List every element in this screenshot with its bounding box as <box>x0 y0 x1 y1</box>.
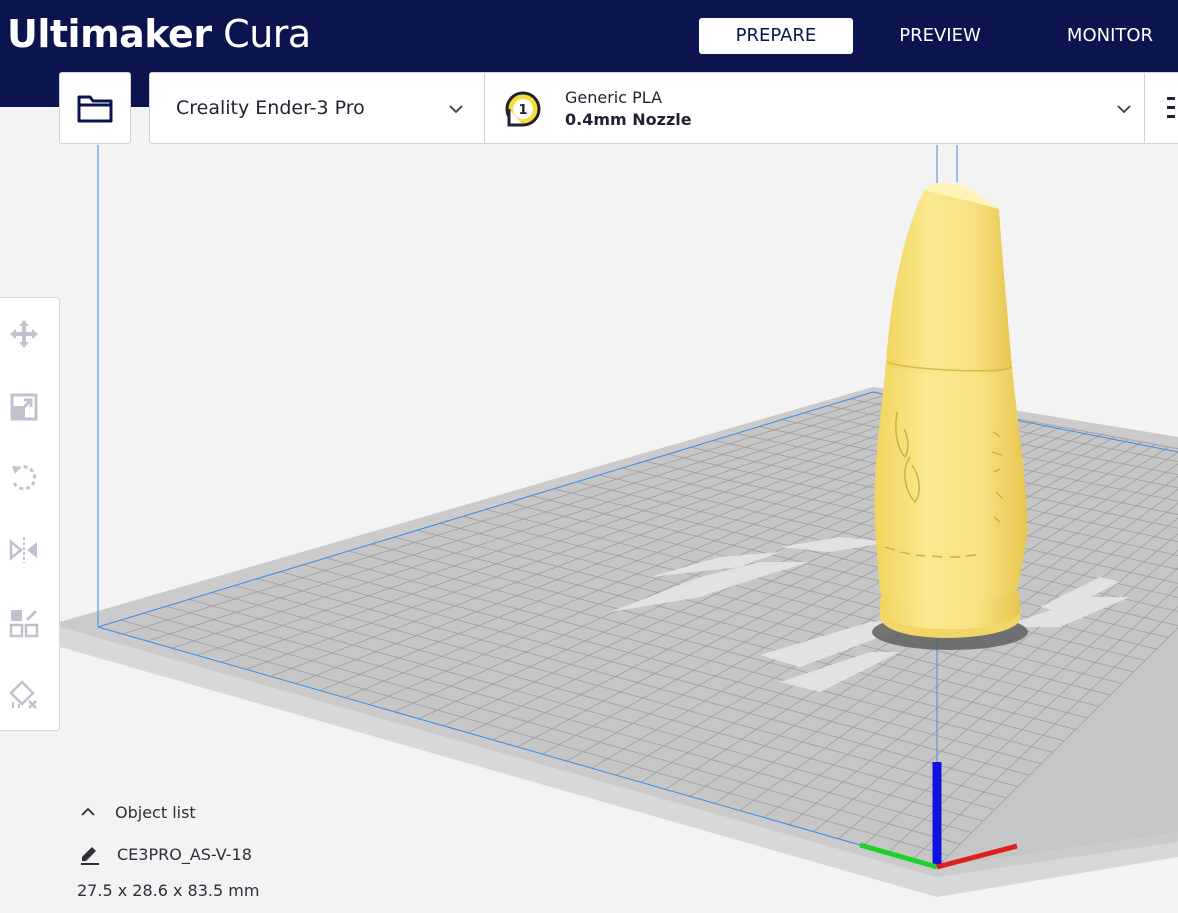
stage-tabs: PREPARE PREVIEW MONITOR <box>0 18 1178 54</box>
extruder-icon: 1 <box>505 91 541 127</box>
chevron-down-icon <box>449 105 463 114</box>
support-blocker-icon <box>9 680 37 709</box>
object-dimensions: 27.5 x 28.6 x 83.5 mm <box>77 881 260 900</box>
move-tool-button[interactable] <box>4 314 44 354</box>
machine-selector-bar: Creality Ender-3 Pro 1 Generic PLA 0.4mm… <box>149 72 1178 144</box>
mirror-icon <box>9 537 37 563</box>
cura-window: Ultimaker Cura PREPARE PREVIEW MONITOR C… <box>0 0 1178 913</box>
mirror-tool-button[interactable] <box>4 530 44 570</box>
move-icon <box>10 320 38 348</box>
3d-viewport[interactable] <box>0 107 1178 913</box>
chevron-down-icon <box>1117 105 1131 114</box>
printer-selector[interactable]: Creality Ender-3 Pro <box>150 73 485 143</box>
scale-tool-button[interactable] <box>4 387 44 427</box>
per-model-settings-button[interactable] <box>4 603 44 643</box>
per-model-settings-icon <box>9 609 39 638</box>
extruder-number: 1 <box>518 103 527 118</box>
object-name: CE3PRO_AS-V-18 <box>117 845 252 864</box>
rotate-tool-button[interactable] <box>4 458 44 498</box>
object-list-panel: Object list CE3PRO_AS-V-18 27.5 x 28.6 x… <box>77 800 397 910</box>
pencil-icon[interactable] <box>79 844 101 866</box>
chevron-up-icon <box>81 807 95 816</box>
tab-monitor[interactable]: MONITOR <box>1040 18 1178 54</box>
model-mouthpiece[interactable] <box>874 182 1028 638</box>
object-list-toggle[interactable]: Object list <box>77 800 277 826</box>
scale-icon <box>10 393 38 421</box>
folder-icon <box>77 95 113 123</box>
tool-sidebar <box>0 297 60 731</box>
rotate-icon <box>12 465 37 491</box>
tab-preview[interactable]: PREVIEW <box>870 18 1010 54</box>
scene-canvas[interactable] <box>0 107 1178 913</box>
open-file-button[interactable] <box>59 72 131 144</box>
support-blocker-button[interactable] <box>4 675 44 715</box>
print-settings-button[interactable] <box>1144 73 1178 143</box>
material-name: Generic PLA <box>565 88 663 107</box>
tab-prepare[interactable]: PREPARE <box>699 18 853 54</box>
object-list-title: Object list <box>115 803 196 822</box>
material-selector[interactable]: 1 Generic PLA 0.4mm Nozzle <box>484 73 1144 143</box>
object-list-item[interactable]: CE3PRO_AS-V-18 <box>77 842 377 868</box>
printer-name: Creality Ender-3 Pro <box>176 97 365 119</box>
nozzle-name: 0.4mm Nozzle <box>565 110 692 129</box>
settings-list-icon <box>1167 97 1175 118</box>
